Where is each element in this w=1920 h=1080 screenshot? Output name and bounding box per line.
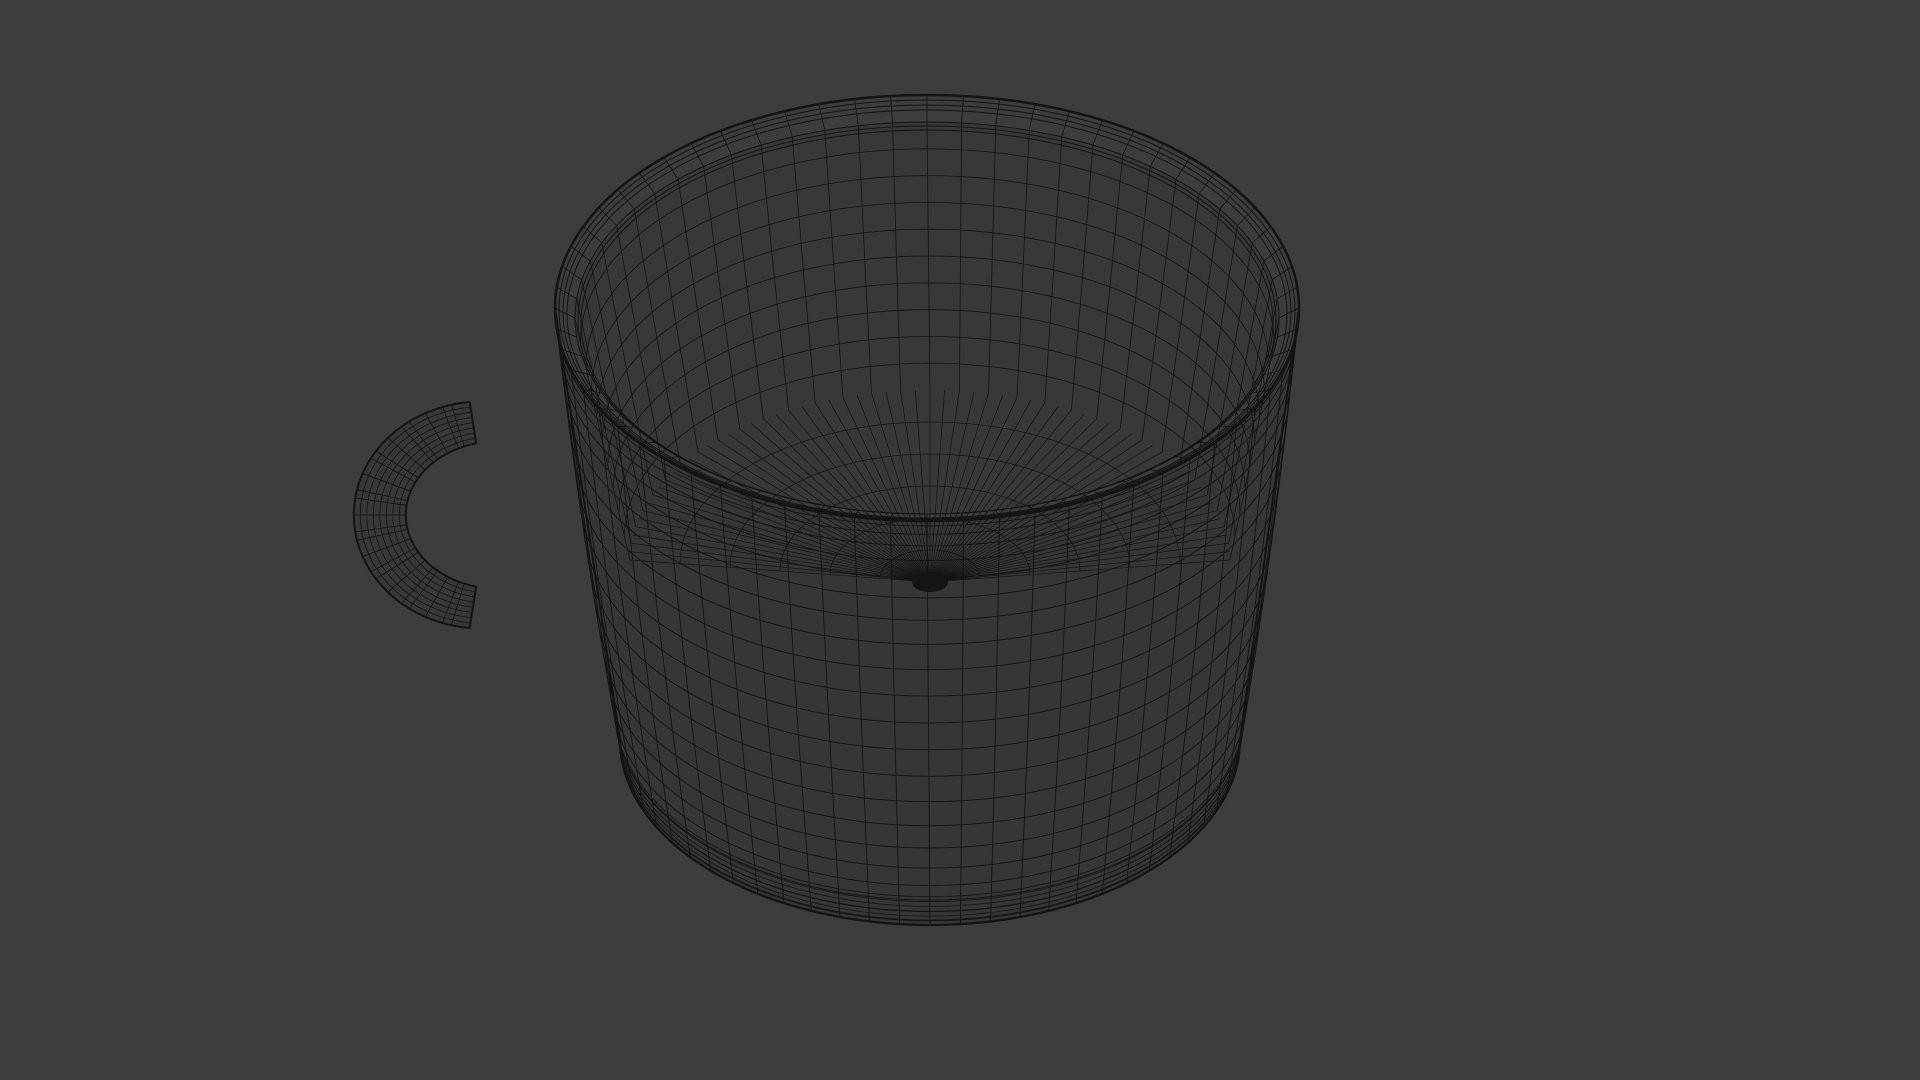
rim-thickness-edge (1237, 207, 1256, 226)
interior-floor-pole (912, 572, 948, 592)
rim-thickness-edge (995, 99, 1000, 126)
rim-thickness-edge (554, 307, 576, 319)
rim-thickness-edge (617, 189, 635, 210)
rim-thickness-edge (1219, 425, 1237, 428)
cup-wireframe[interactable] (0, 0, 1920, 1080)
rim-thickness-edge (663, 157, 679, 180)
rim-thickness-edge (961, 95, 964, 123)
rim-thickness-edge (598, 207, 617, 226)
cup-handle-mesh (352, 400, 478, 630)
rim-thickness-edge (617, 425, 635, 428)
rim-thickness-edge (890, 95, 893, 123)
3d-viewport[interactable] (0, 0, 1920, 1080)
rim-thickness-edge (1278, 307, 1300, 319)
rim-thickness-edge (1251, 226, 1271, 244)
rim-thickness-edge (1219, 189, 1237, 210)
rim-thickness-edge (1175, 157, 1191, 180)
rim-thickness-edge (854, 99, 859, 126)
rim-thickness-edge (583, 226, 603, 244)
